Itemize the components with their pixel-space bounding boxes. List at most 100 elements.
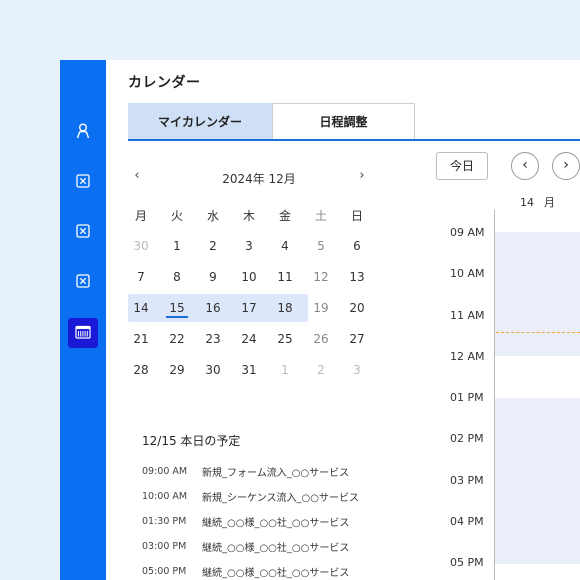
day-cell[interactable]: 22 [164, 325, 190, 353]
day-cell[interactable]: 17 [236, 294, 262, 322]
agenda-item[interactable]: 01:30 PM 継続_○○様_○○社_○○サービス [142, 509, 392, 534]
week-row: 30 1 2 3 4 5 6 [128, 230, 390, 261]
app-window: カレンダー マイカレンダー 日程調整 ‹ 2024年 12月 › 月 火 水 木… [60, 60, 580, 580]
agenda-item-time: 01:30 PM [142, 516, 187, 527]
sidebar-item-calendar[interactable] [68, 318, 98, 348]
day-cell[interactable]: 28 [128, 356, 154, 384]
day-cell[interactable]: 12 [308, 263, 334, 291]
day-cell[interactable]: 30 [128, 232, 154, 260]
day-cell[interactable]: 9 [200, 263, 226, 291]
next-week-button[interactable]: › [552, 152, 580, 180]
weekday-label: 土 [314, 209, 327, 223]
day-cell[interactable]: 27 [344, 325, 370, 353]
day-cell[interactable]: 1 [164, 232, 190, 260]
day-cell[interactable]: 11 [272, 263, 298, 291]
event-block[interactable] [495, 232, 580, 356]
month-label: 2024年 12月 [222, 172, 296, 186]
close-box-icon [76, 173, 90, 192]
weekday-label: 木 [242, 209, 255, 223]
agenda-item[interactable]: 09:00 AM 新規_フォーム流入_○○サービス [142, 459, 392, 484]
weekday-row: 月 火 水 木 金 土 日 [128, 200, 390, 230]
agenda-item[interactable]: 05:00 PM 継続_○○様_○○社_○○サービス [142, 559, 392, 580]
day-cell[interactable]: 23 [200, 325, 226, 353]
hour-label: 10 AM [450, 267, 485, 280]
time-axis-line [494, 210, 495, 580]
agenda-panel: 12/15 本日の予定 09:00 AM 新規_フォーム流入_○○サービス 10… [142, 432, 392, 580]
event-block[interactable] [495, 398, 580, 564]
day-column-header: 14 月 [520, 194, 555, 210]
hour-label: 05 PM [450, 556, 484, 569]
hour-label: 02 PM [450, 432, 484, 445]
week-row: 7 8 9 10 11 12 13 [128, 261, 390, 292]
tab-my-calendar[interactable]: マイカレンダー [128, 103, 272, 139]
week-row: 28 29 30 31 1 2 3 [128, 354, 390, 385]
today-button[interactable]: 今日 [436, 152, 488, 180]
day-cell[interactable]: 7 [128, 263, 154, 291]
person-icon [76, 123, 90, 143]
week-row: 21 22 23 24 25 26 27 [128, 323, 390, 354]
chevron-right-icon: › [563, 157, 569, 173]
close-box-icon [76, 223, 90, 242]
day-number: 14 [520, 196, 534, 209]
agenda-item-title: 継続_○○様_○○社_○○サービス [202, 568, 350, 579]
day-cell-today[interactable]: 15 [164, 294, 190, 322]
day-cell[interactable]: 2 [200, 232, 226, 260]
agenda-item[interactable]: 03:00 PM 継続_○○様_○○社_○○サービス [142, 534, 392, 559]
sidebar-item-user[interactable] [68, 118, 98, 148]
weekday-label: 火 [170, 209, 183, 223]
sidebar [60, 60, 106, 580]
day-cell[interactable]: 21 [128, 325, 154, 353]
day-cell[interactable]: 31 [236, 356, 262, 384]
agenda-item-time: 09:00 AM [142, 466, 188, 477]
agenda-item-title: 新規_フォーム流入_○○サービス [202, 468, 350, 479]
day-cell[interactable]: 3 [344, 356, 370, 384]
day-cell[interactable]: 26 [308, 325, 334, 353]
agenda-item-title: 継続_○○様_○○社_○○サービス [202, 518, 350, 529]
prev-week-button[interactable]: ‹ [511, 152, 539, 180]
day-cell[interactable]: 18 [272, 294, 298, 322]
day-cell[interactable]: 20 [344, 294, 370, 322]
day-cell[interactable]: 30 [200, 356, 226, 384]
tab-scheduling[interactable]: 日程調整 [272, 103, 415, 139]
hour-label: 04 PM [450, 515, 484, 528]
day-cell[interactable]: 5 [308, 232, 334, 260]
agenda-item-time: 03:00 PM [142, 541, 187, 552]
day-cell[interactable]: 16 [200, 294, 226, 322]
agenda-item-time: 05:00 PM [142, 566, 187, 577]
sidebar-item-1[interactable] [68, 167, 98, 197]
day-cell[interactable]: 13 [344, 263, 370, 291]
day-cell[interactable]: 10 [236, 263, 262, 291]
weekday-label: 水 [206, 209, 219, 223]
day-cell[interactable]: 19 [308, 294, 334, 322]
day-cell[interactable]: 2 [308, 356, 334, 384]
day-cell[interactable]: 6 [344, 232, 370, 260]
day-view: 今日 ‹ › 14 月 09 AM 10 AM 11 AM 12 AM 01 PM… [436, 152, 580, 580]
day-cell[interactable]: 24 [236, 325, 262, 353]
day-cell[interactable]: 29 [164, 356, 190, 384]
main-content: カレンダー マイカレンダー 日程調整 ‹ 2024年 12月 › 月 火 水 木… [106, 60, 580, 580]
sidebar-item-3[interactable] [68, 267, 98, 297]
mini-calendar: ‹ 2024年 12月 › 月 火 水 木 金 土 日 30 1 2 3 4 5… [128, 166, 390, 377]
weekday-label: 月 [134, 209, 147, 223]
month-grid: 月 火 水 木 金 土 日 30 1 2 3 4 5 6 7 8 9 10 11… [128, 200, 390, 385]
hour-label: 11 AM [450, 309, 485, 322]
agenda-item-time: 10:00 AM [142, 491, 188, 502]
tab-bar: マイカレンダー 日程調整 [128, 103, 580, 141]
day-cell[interactable]: 8 [164, 263, 190, 291]
hour-label: 12 AM [450, 350, 485, 363]
day-cell[interactable]: 25 [272, 325, 298, 353]
agenda-item[interactable]: 10:00 AM 新規_シーケンス流入_○○サービス [142, 484, 392, 509]
chevron-left-icon: ‹ [522, 157, 528, 173]
day-cell[interactable]: 3 [236, 232, 262, 260]
agenda-item-title: 継続_○○様_○○社_○○サービス [202, 543, 350, 554]
next-month-button[interactable]: › [354, 168, 370, 183]
day-cell[interactable]: 1 [272, 356, 298, 384]
day-cell[interactable]: 14 [128, 294, 154, 322]
close-box-icon [76, 273, 90, 292]
mini-calendar-header: ‹ 2024年 12月 › [128, 166, 390, 190]
day-cell[interactable]: 4 [272, 232, 298, 260]
sidebar-item-2[interactable] [68, 217, 98, 247]
hour-label: 09 AM [450, 226, 485, 239]
weekday-label: 日 [350, 209, 363, 223]
day-weekday: 月 [544, 196, 555, 209]
